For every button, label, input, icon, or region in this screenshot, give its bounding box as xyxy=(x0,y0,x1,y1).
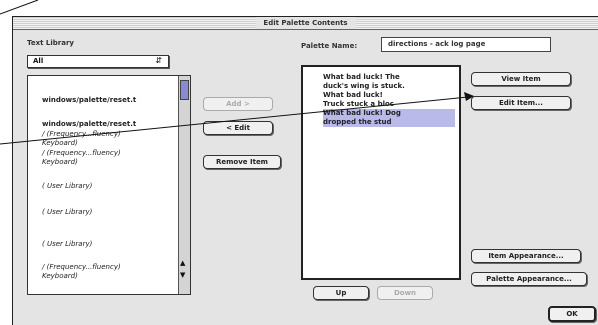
callout-arrowhead-icon xyxy=(464,92,474,101)
callout-lines xyxy=(0,0,474,145)
callout-line-arrow xyxy=(0,96,469,145)
callout-line-top xyxy=(0,0,39,15)
